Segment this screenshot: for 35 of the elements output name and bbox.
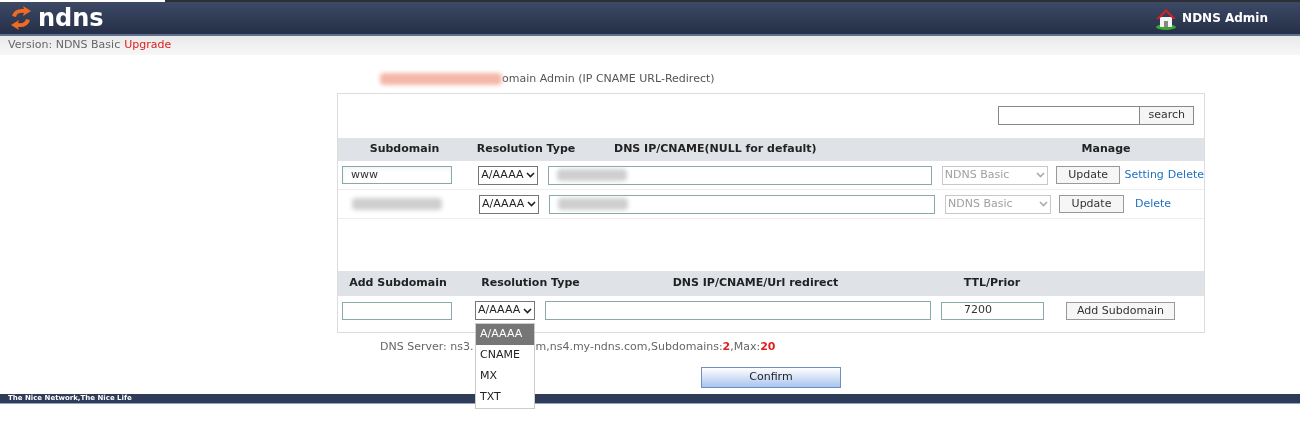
column-header: Resolution Type (480, 275, 581, 292)
dropdown-option[interactable]: TXT (476, 387, 534, 408)
add-subdomain-button[interactable]: Add Subdomain (1066, 301, 1175, 320)
column-header: Resolution Type (475, 141, 577, 158)
dns-server-text: DNS Server: ns3. (380, 338, 474, 355)
admin-label[interactable]: NDNS Admin (1182, 9, 1268, 27)
dns-server-text: m,ns4.my-ndns.com,Subdomains: (535, 338, 723, 355)
action-link[interactable]: Delete (1167, 166, 1204, 184)
search-button[interactable]: search (1139, 106, 1194, 125)
max-count: 20 (760, 338, 776, 355)
max-label: ,Max: (730, 338, 761, 355)
logo-text: ndns (38, 6, 104, 30)
subdomain-field[interactable]: www (342, 166, 452, 184)
dropdown-option[interactable]: A/AAAA (476, 324, 534, 345)
dropdown-option[interactable]: CNAME (476, 345, 534, 366)
confirm-button[interactable]: Confirm (701, 367, 841, 388)
update-button[interactable]: Update (1059, 195, 1124, 213)
action-link[interactable]: Delete (1135, 195, 1172, 213)
version-label: Version: NDNS Basic (8, 37, 121, 54)
page-title: omain Admin (IP CNAME URL-Redirect) (502, 70, 715, 87)
column-header: TTL/Prior (962, 275, 1022, 292)
ttl-field[interactable]: 7200 (941, 301, 1044, 320)
column-header: Add Subdomain (348, 275, 448, 292)
upgrade-link[interactable]: Upgrade (124, 37, 172, 54)
dropdown-option[interactable]: MX (476, 366, 534, 387)
column-header: DNS IP/CNAME(NULL for default) (614, 141, 818, 158)
update-button[interactable]: Update (1055, 166, 1121, 184)
subdomain-count: 2 (722, 338, 731, 355)
type-select[interactable]: A/AAAA (479, 194, 539, 214)
column-header: DNS IP/CNAME/Url redirect (671, 275, 840, 292)
type-select[interactable]: A/AAAA (478, 165, 539, 185)
column-header: Subdomain (368, 141, 441, 158)
action-link[interactable]: Setting (1124, 166, 1164, 184)
type-select[interactable]: A/AAAA (475, 301, 535, 320)
column-header: Manage (1080, 141, 1132, 158)
